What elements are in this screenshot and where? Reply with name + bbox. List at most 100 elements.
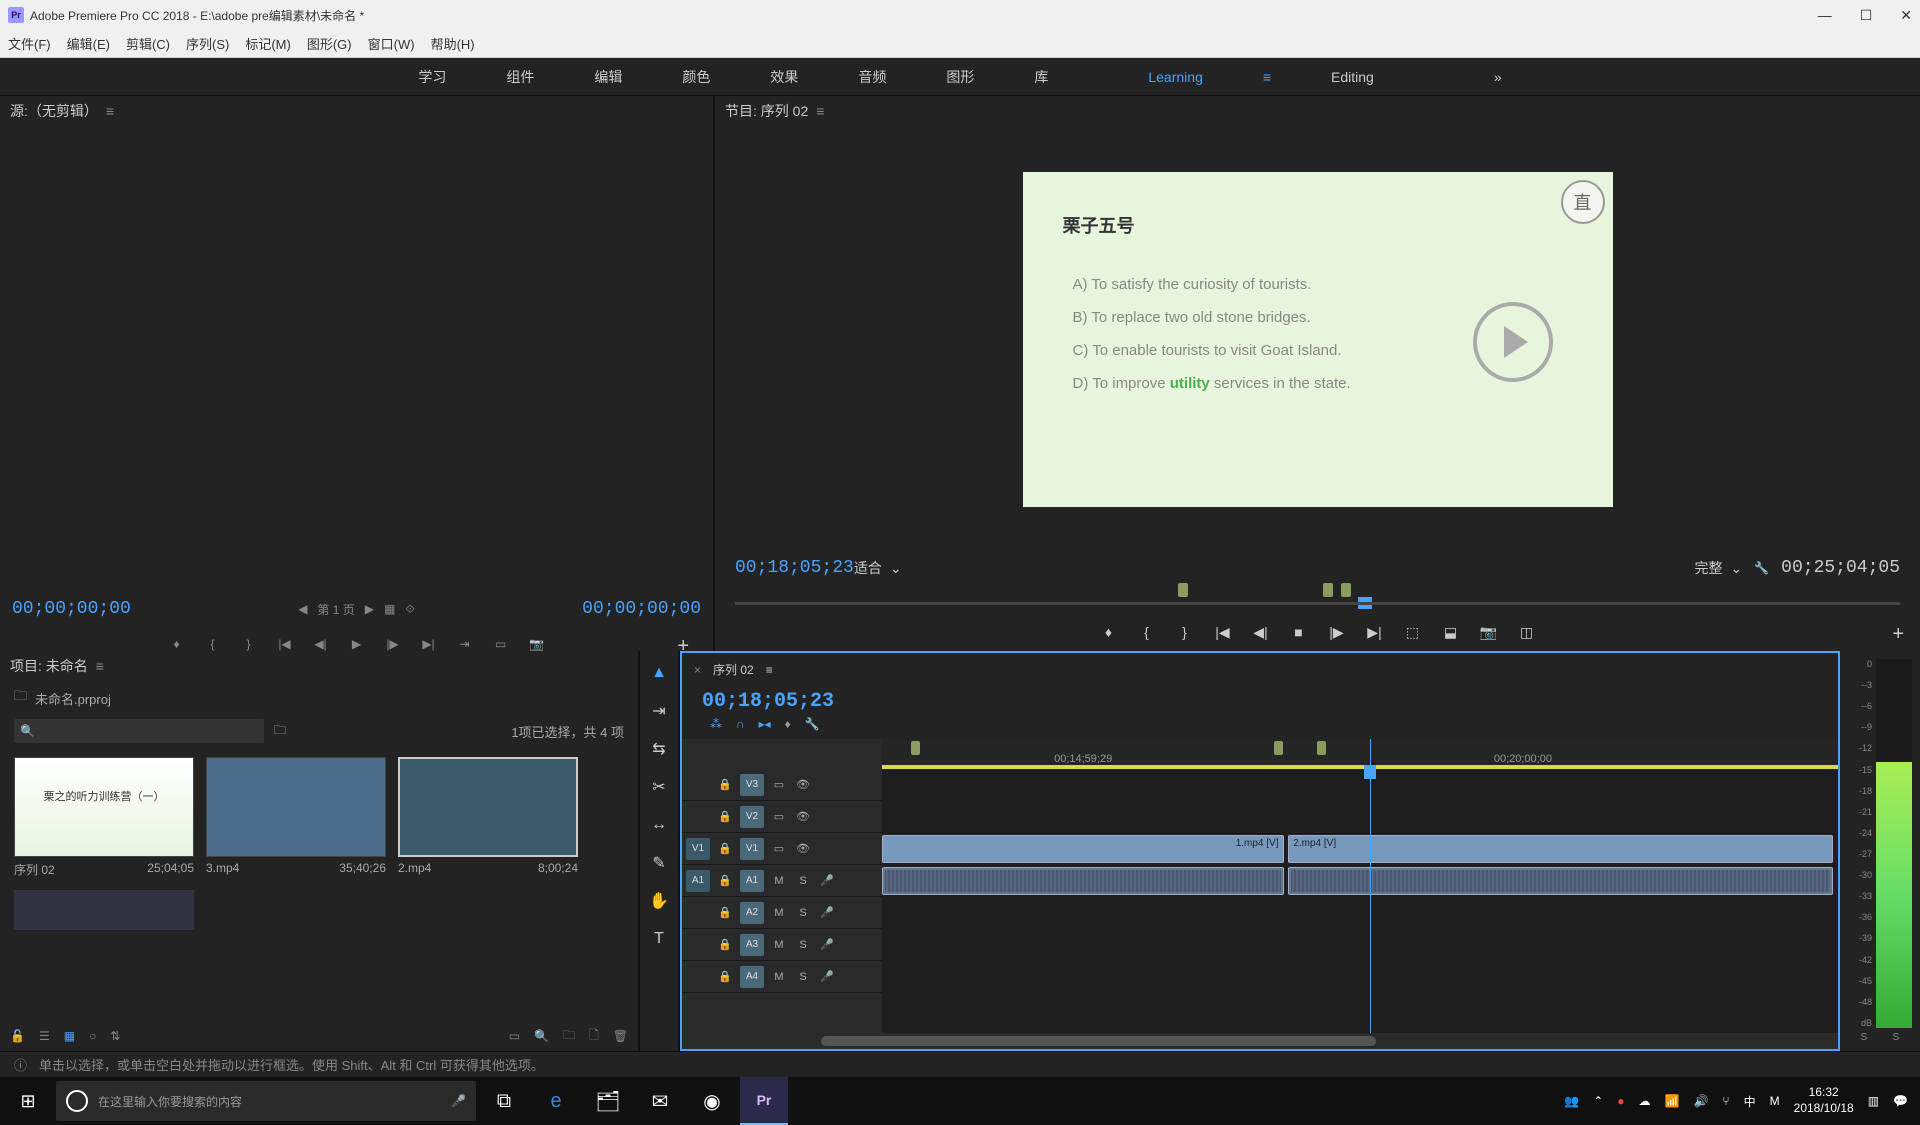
solo-button[interactable]: S (794, 968, 812, 986)
track-header-a1[interactable]: A1 🔒 A1 M S 🎤 (682, 865, 882, 897)
go-to-out-icon[interactable]: ▶| (420, 635, 438, 653)
lift-icon[interactable]: ⬚ (1404, 623, 1422, 641)
solo-right[interactable]: S (1893, 1032, 1900, 1043)
lock-icon[interactable]: 🔒 (716, 904, 734, 922)
source-patch-v1[interactable]: V1 (686, 838, 710, 860)
minimize-button[interactable]: — (1818, 7, 1832, 24)
workspace-assembly[interactable]: 组件 (506, 67, 534, 87)
voiceover-icon[interactable]: 🎤 (818, 968, 836, 986)
play-icon[interactable]: ▶ (348, 635, 366, 653)
lock-icon[interactable]: 🔒 (716, 808, 734, 826)
program-viewport[interactable]: 直 栗子五号 A) To satisfy the curiosity of to… (715, 126, 1920, 553)
project-panel-menu-icon[interactable]: ≡ (96, 658, 104, 674)
workspace-effects[interactable]: 效果 (770, 67, 798, 87)
explorer-icon[interactable]: 🗂 (584, 1077, 632, 1125)
chrome-icon[interactable]: ◉ (688, 1077, 736, 1125)
mute-button[interactable]: M (770, 904, 788, 922)
solo-button[interactable]: S (794, 904, 812, 922)
workspace-menu-icon[interactable]: ≡ (1263, 69, 1271, 85)
track-header-v2[interactable]: 🔒 V2 ▭ 👁 (682, 801, 882, 833)
solo-left[interactable]: S (1861, 1032, 1868, 1043)
add-button-icon[interactable]: + (677, 635, 689, 658)
workspace-library[interactable]: 库 (1034, 67, 1048, 87)
wifi-icon[interactable]: 📶 (1665, 1094, 1680, 1108)
menu-clip[interactable]: 剪辑(C) (126, 34, 170, 53)
bin-item-extra[interactable] (14, 890, 194, 930)
usb-icon[interactable]: ⑂ (1722, 1094, 1729, 1108)
timeline-tab-title[interactable]: 序列 02 (713, 661, 754, 678)
list-view-icon[interactable]: ☰ (39, 1029, 50, 1043)
ripple-tool-icon[interactable]: ⇆ (647, 737, 671, 761)
audio-clip-1[interactable] (882, 867, 1284, 895)
track-header-a4[interactable]: 🔒 A4 M S 🎤 (682, 961, 882, 993)
lock-icon[interactable]: 🔒 (716, 936, 734, 954)
page-grid-icon[interactable]: ▦ (384, 602, 395, 616)
bin-item-sequence[interactable]: 栗之的听力训练营（一） 序列 0225;04;05 (14, 757, 194, 878)
timeline-zoom-scrollbar[interactable] (682, 1033, 1838, 1049)
eye-icon[interactable]: 👁 (794, 808, 812, 826)
tray-clock[interactable]: 16:32 2018/10/18 (1794, 1085, 1854, 1116)
video-clip-1[interactable]: 1.mp4 [V] (882, 835, 1284, 863)
overwrite-icon[interactable]: ▭ (492, 635, 510, 653)
tablet-mode-icon[interactable]: ▥ (1868, 1094, 1879, 1108)
export-frame-icon[interactable]: 📷 (1480, 623, 1498, 641)
page-link-icon[interactable]: ⟐ (405, 602, 414, 617)
mic-icon[interactable]: 🎤 (451, 1094, 466, 1108)
add-marker-timeline-icon[interactable]: ▸◂ (759, 717, 771, 731)
marker-icon[interactable] (1341, 583, 1351, 597)
premiere-taskbar-icon[interactable]: Pr (740, 1077, 788, 1125)
toggle-output-icon[interactable]: ▭ (770, 808, 788, 826)
type-tool-icon[interactable]: T (647, 927, 671, 951)
lock-icon[interactable]: 🔒 (716, 840, 734, 858)
delete-icon[interactable]: 🗑 (613, 1029, 628, 1043)
people-icon[interactable]: 👥 (1564, 1094, 1579, 1108)
page-next-icon[interactable]: ▶ (365, 602, 374, 616)
track-header-a3[interactable]: 🔒 A3 M S 🎤 (682, 929, 882, 961)
cortana-search[interactable]: 在这里输入你要搜索的内容 🎤 (56, 1081, 476, 1121)
source-patch-a1[interactable]: A1 (686, 870, 710, 892)
volume-icon[interactable]: 🔊 (1693, 1094, 1708, 1108)
workspace-graphics[interactable]: 图形 (946, 67, 974, 87)
task-view-icon[interactable]: ⧉ (480, 1077, 528, 1125)
quality-dropdown[interactable]: 完整 ⌄ (1694, 558, 1742, 578)
icon-view-icon[interactable]: ▦ (64, 1029, 75, 1043)
lock-icon[interactable]: 🔒 (716, 872, 734, 890)
comparison-icon[interactable]: ◫ (1518, 623, 1536, 641)
program-scrubber[interactable] (735, 583, 1900, 613)
project-search-input[interactable] (14, 719, 264, 743)
mail-icon[interactable]: ✉ (636, 1077, 684, 1125)
hand-tool-icon[interactable]: ✋ (647, 889, 671, 913)
program-timecode-current[interactable]: 00;18;05;23 (735, 558, 854, 578)
ime-mode-icon[interactable]: M (1770, 1094, 1780, 1108)
timeline-close-icon[interactable]: × (694, 663, 701, 677)
step-back-icon[interactable]: ◀| (1252, 623, 1270, 641)
onedrive-icon[interactable]: ☁ (1639, 1094, 1651, 1108)
mute-button[interactable]: M (770, 968, 788, 986)
stop-icon[interactable]: ■ (1290, 623, 1308, 641)
go-to-in-icon[interactable]: |◀ (1214, 623, 1232, 641)
timeline-marker-icon[interactable] (1317, 741, 1326, 755)
add-marker-icon[interactable]: ♦ (1100, 623, 1118, 641)
track-header-v3[interactable]: 🔒 V3 ▭ 👁 (682, 769, 882, 801)
source-timecode-in[interactable]: 00;00;00;00 (12, 599, 131, 619)
mark-in-icon[interactable]: { (204, 635, 222, 653)
marker-icon[interactable]: ♦ (785, 717, 791, 731)
linked-selection-icon[interactable]: ∩ (736, 717, 745, 731)
bin-item-3mp4[interactable]: 3.mp435;40;26 (206, 757, 386, 878)
mark-out-icon[interactable]: } (240, 635, 258, 653)
step-back-icon[interactable]: ◀| (312, 635, 330, 653)
new-item-icon[interactable]: 🗋 (589, 1026, 599, 1047)
marker-icon[interactable] (1323, 583, 1333, 597)
eye-icon[interactable]: 👁 (794, 776, 812, 794)
close-button[interactable]: ✕ (1900, 7, 1912, 24)
menu-help[interactable]: 帮助(H) (431, 34, 475, 53)
timeline-marker-icon[interactable] (911, 741, 920, 755)
tray-chevron-icon[interactable]: ⌃ (1593, 1094, 1603, 1108)
selection-tool-icon[interactable]: ▲ (647, 661, 671, 685)
wrench-icon[interactable]: 🔧 (1754, 561, 1769, 575)
lock-icon[interactable]: 🔒 (716, 776, 734, 794)
notifications-icon[interactable]: 💬 (1893, 1094, 1908, 1108)
writable-icon[interactable]: 🔓 (10, 1029, 25, 1043)
workspace-edit[interactable]: 编辑 (594, 67, 622, 87)
track-header-v1[interactable]: V1 🔒 V1 ▭ 👁 (682, 833, 882, 865)
